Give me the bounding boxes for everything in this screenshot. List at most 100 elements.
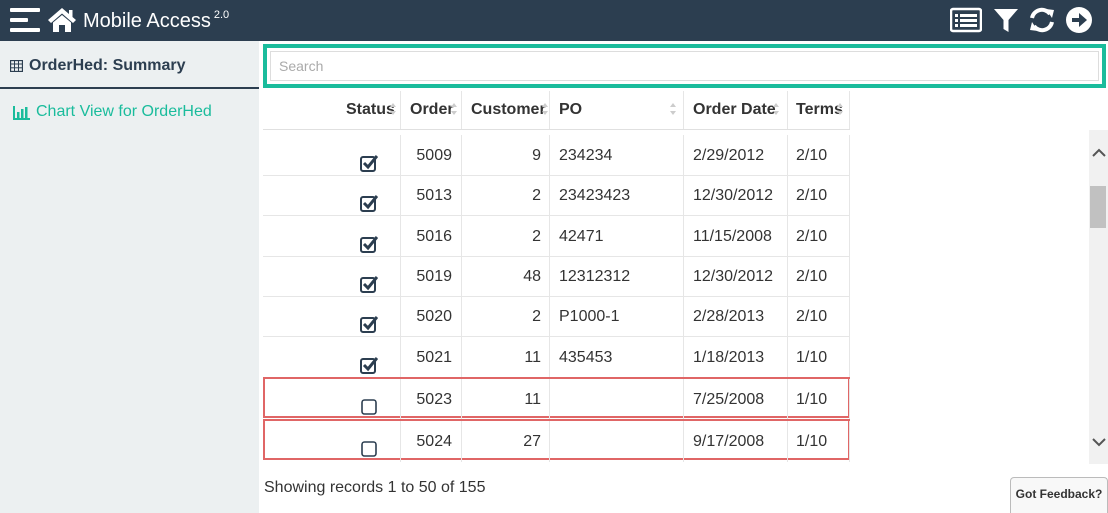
logout-icon[interactable] — [1064, 6, 1094, 34]
column-header-label: PO — [559, 101, 583, 118]
order-cell: 5009 — [401, 135, 462, 176]
table-row[interactable]: 5023 11 7/25/2008 1/10 — [263, 377, 850, 420]
order-cell: 5016 — [401, 216, 462, 257]
table-row[interactable]: 5013 2 23423423 12/30/2012 2/10 — [263, 175, 850, 216]
column-header-status[interactable]: Status — [338, 91, 401, 129]
column-header-po[interactable]: PO — [550, 91, 684, 129]
column-header-terms[interactable]: Terms — [788, 91, 850, 129]
scrollbar-thumb[interactable] — [1090, 186, 1106, 228]
table-row[interactable]: 5020 2 P1000-1 2/28/2013 2/10 — [263, 296, 850, 337]
header-divider — [263, 129, 850, 130]
sort-icon — [837, 103, 843, 115]
status-cell — [338, 216, 401, 257]
search-container — [263, 44, 1106, 88]
scrollbar-track[interactable] — [1089, 130, 1108, 464]
table-row[interactable]: 5016 2 42471 11/15/2008 2/10 — [263, 216, 850, 257]
order-date-cell: 2/28/2013 — [684, 296, 788, 337]
order-date-cell: 12/30/2012 — [684, 175, 788, 216]
status-cell — [338, 421, 401, 462]
order-date-cell: 12/30/2012 — [684, 256, 788, 297]
customer-cell: 11 — [462, 337, 550, 378]
column-header-order-date[interactable]: Order Date — [684, 91, 788, 129]
status-cell — [338, 296, 401, 337]
top-navbar: Mobile Access 2.0 — [0, 0, 1108, 41]
checked-checkbox-icon[interactable] — [360, 308, 379, 333]
table-row[interactable]: 5009 9 234234 2/29/2012 2/10 — [263, 135, 850, 176]
sort-icon — [390, 103, 396, 115]
customer-cell: 2 — [462, 175, 550, 216]
po-cell: 435453 — [550, 337, 684, 378]
column-header-order[interactable]: Order — [401, 91, 462, 129]
po-cell: 12312312 — [550, 256, 684, 297]
order-cell: 5023 — [401, 379, 462, 420]
feedback-button[interactable]: Got Feedback? — [1010, 477, 1108, 513]
order-cell: 5013 — [401, 175, 462, 216]
po-cell — [550, 379, 684, 420]
table-icon — [10, 60, 23, 72]
terms-cell: 2/10 — [788, 135, 850, 176]
refresh-icon[interactable] — [1027, 6, 1057, 34]
po-cell: 23423423 — [550, 175, 684, 216]
records-count: Showing records 1 to 50 of 155 — [264, 479, 486, 496]
order-cell: 5019 — [401, 256, 462, 297]
column-header-label: Order Date — [693, 101, 776, 118]
terms-cell: 1/10 — [788, 379, 850, 420]
checked-checkbox-icon[interactable] — [360, 147, 379, 172]
app-title-text: Mobile Access — [83, 10, 211, 32]
sort-icon — [451, 103, 457, 115]
po-cell: P1000-1 — [550, 296, 684, 337]
order-date-cell: 2/29/2012 — [684, 135, 788, 176]
table-row[interactable]: 5019 48 12312312 12/30/2012 2/10 — [263, 256, 850, 297]
checked-checkbox-icon[interactable] — [360, 349, 379, 374]
customer-cell: 27 — [462, 421, 550, 462]
sidebar-title: OrderHed: Summary — [29, 57, 186, 74]
terms-cell: 1/10 — [788, 337, 850, 378]
filter-icon[interactable] — [993, 6, 1019, 34]
sort-icon — [773, 103, 779, 115]
status-cell — [338, 135, 401, 176]
sidebar-header: OrderHed: Summary — [0, 41, 259, 89]
unchecked-checkbox-icon[interactable] — [360, 391, 378, 415]
home-icon[interactable] — [47, 7, 77, 33]
customer-cell: 2 — [462, 216, 550, 257]
unchecked-checkbox-icon[interactable] — [360, 433, 378, 457]
order-date-cell: 11/15/2008 — [684, 216, 788, 257]
table-row[interactable]: 5021 11 435453 1/18/2013 1/10 — [263, 337, 850, 378]
terms-cell: 2/10 — [788, 216, 850, 257]
terms-cell: 2/10 — [788, 296, 850, 337]
po-cell — [550, 421, 684, 462]
status-cell — [338, 337, 401, 378]
order-date-cell: 1/18/2013 — [684, 337, 788, 378]
terms-cell: 2/10 — [788, 175, 850, 216]
checked-checkbox-icon[interactable] — [360, 228, 379, 253]
menu-icon[interactable] — [10, 7, 40, 33]
app-title: Mobile Access 2.0 — [83, 9, 229, 36]
column-header-label: Status — [346, 101, 395, 118]
column-header-label: Terms — [796, 101, 843, 118]
sidebar: OrderHed: Summary Chart View for OrderHe… — [0, 41, 259, 513]
order-date-cell: 9/17/2008 — [684, 421, 788, 462]
terms-cell: 2/10 — [788, 256, 850, 297]
sort-icon — [542, 103, 548, 115]
table-row[interactable]: 5024 27 9/17/2008 1/10 — [263, 419, 850, 462]
status-cell — [338, 175, 401, 216]
bar-chart-icon — [13, 106, 30, 120]
column-header-customer[interactable]: Customer — [462, 91, 550, 129]
order-cell: 5021 — [401, 337, 462, 378]
customer-cell: 11 — [462, 379, 550, 420]
column-header-label: Customer — [471, 101, 546, 118]
customer-cell: 2 — [462, 296, 550, 337]
chevron-up-icon[interactable] — [1091, 145, 1107, 161]
customer-cell: 48 — [462, 256, 550, 297]
checked-checkbox-icon[interactable] — [360, 268, 379, 293]
chevron-down-icon[interactable] — [1091, 434, 1107, 450]
search-input[interactable] — [270, 51, 1099, 81]
sort-icon — [670, 103, 676, 115]
order-date-cell: 7/25/2008 — [684, 379, 788, 420]
order-cell: 5020 — [401, 296, 462, 337]
customer-cell: 9 — [462, 135, 550, 176]
po-cell: 42471 — [550, 216, 684, 257]
checked-checkbox-icon[interactable] — [360, 187, 379, 212]
app-version: 2.0 — [213, 9, 230, 21]
list-view-icon[interactable] — [950, 6, 982, 34]
